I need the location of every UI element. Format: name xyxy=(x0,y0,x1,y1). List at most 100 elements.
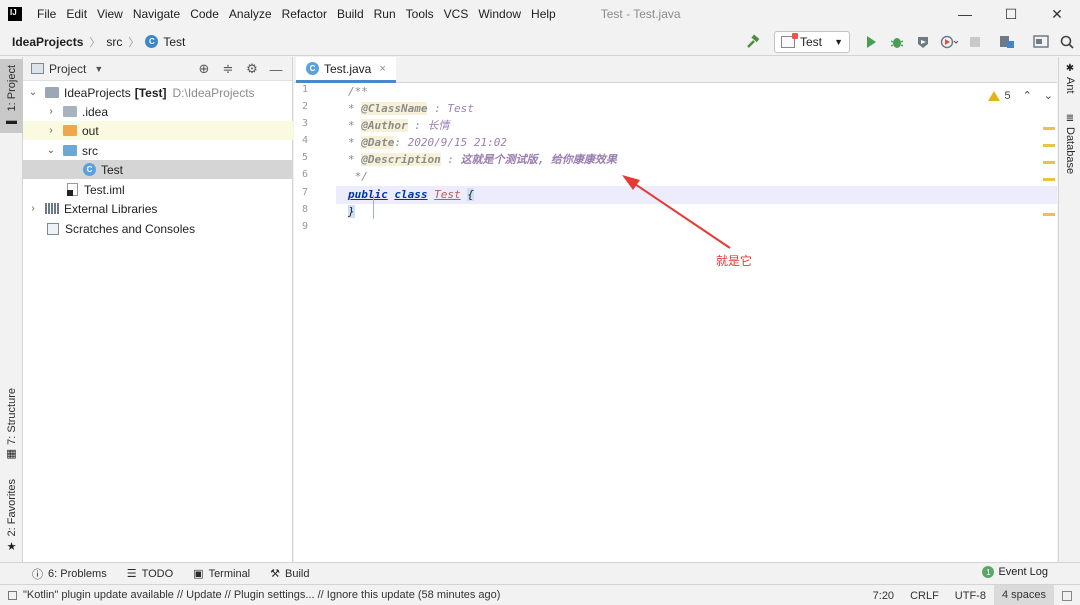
gear-icon[interactable]: ⚙ xyxy=(240,61,264,77)
error-stripe-marker[interactable] xyxy=(1043,127,1055,130)
tool-tab-event-log[interactable]: 1 Event Log xyxy=(982,566,1048,578)
menu-analyze[interactable]: Analyze xyxy=(224,7,277,21)
line-number: 9 xyxy=(301,221,308,232)
close-window-button[interactable]: ✕ xyxy=(1034,0,1080,28)
breadcrumb-class[interactable]: Test xyxy=(163,35,185,49)
status-message[interactable]: "Kotlin" plugin update available // Upda… xyxy=(8,589,500,601)
lock-icon[interactable] xyxy=(1062,590,1072,601)
editor-tab-test-java[interactable]: C Test.java × xyxy=(296,57,396,83)
error-stripe-marker[interactable] xyxy=(1043,178,1055,181)
previous-highlight-icon[interactable]: ⌃ xyxy=(1023,89,1032,102)
menu-build[interactable]: Build xyxy=(332,7,369,21)
run-icon[interactable] xyxy=(858,29,884,55)
project-panel: Project ▼ ⊕ ≑ ⚙ — ⌄ IdeaProjects [Test] … xyxy=(23,57,293,562)
tree-node-scratches[interactable]: Scratches and Consoles xyxy=(23,219,293,238)
line-separator[interactable]: CRLF xyxy=(902,590,947,602)
intellij-logo-icon[interactable]: IJ xyxy=(6,5,24,23)
project-structure-icon[interactable] xyxy=(994,29,1020,55)
stop-icon[interactable] xyxy=(962,29,988,55)
excluded-folder-icon xyxy=(63,125,77,136)
minimize-button[interactable]: — xyxy=(942,0,988,28)
tool-tab-build[interactable]: ⚒ Build xyxy=(270,567,309,581)
editor-gutter[interactable]: 1 2 3 4 5 6 7 8 9 xyxy=(294,83,336,562)
chevron-down-icon[interactable]: ⌄ xyxy=(27,87,39,98)
menu-edit[interactable]: Edit xyxy=(61,7,92,21)
debug-icon[interactable] xyxy=(884,29,910,55)
code-line-7: public class Test { xyxy=(348,188,474,201)
project-panel-header: Project ▼ ⊕ ≑ ⚙ — xyxy=(23,57,292,81)
javadoc-tag: @Date xyxy=(361,136,395,149)
tree-node-src[interactable]: ⌄ src xyxy=(23,141,293,160)
run-configuration-select[interactable]: Test ▼ xyxy=(774,31,850,53)
project-view-selector[interactable]: Project xyxy=(49,62,86,76)
caret-position[interactable]: 7:20 xyxy=(865,590,902,602)
next-highlight-icon[interactable]: ⌄ xyxy=(1044,89,1053,102)
status-bar: "Kotlin" plugin update available // Upda… xyxy=(0,584,1080,605)
menu-run[interactable]: Run xyxy=(369,7,401,21)
toggle-tool-windows-icon[interactable] xyxy=(8,590,17,600)
menu-navigate[interactable]: Navigate xyxy=(128,7,185,21)
error-stripe-marker[interactable] xyxy=(1043,161,1055,164)
profile-icon[interactable] xyxy=(936,29,962,55)
locate-icon[interactable]: ⊕ xyxy=(192,61,216,77)
menu-refactor[interactable]: Refactor xyxy=(277,7,332,21)
menu-file[interactable]: File xyxy=(32,7,61,21)
project-panel-tools: ⊕ ≑ ⚙ — xyxy=(192,57,288,81)
project-folder-icon xyxy=(45,87,59,98)
hide-icon[interactable]: — xyxy=(264,62,288,77)
left-tool-stripe: 1: Project ▬ 7: Structure ▦ 2: Favorites… xyxy=(0,57,23,562)
tree-node-out[interactable]: › out xyxy=(23,121,293,140)
tool-tab-project[interactable]: 1: Project ▬ xyxy=(0,59,23,133)
sdk-icon[interactable] xyxy=(1028,29,1054,55)
coverage-icon[interactable] xyxy=(910,29,936,55)
tree-label: Test xyxy=(101,162,124,177)
hammer-icon[interactable] xyxy=(740,29,766,55)
tool-tab-structure[interactable]: 7: Structure ▦ xyxy=(0,387,23,461)
menu-view[interactable]: View xyxy=(92,7,128,21)
warning-icon xyxy=(988,90,1001,101)
maximize-button[interactable]: ☐ xyxy=(988,0,1034,28)
menu-vcs[interactable]: VCS xyxy=(439,7,474,21)
status-widgets: 7:20 CRLF UTF-8 4 spaces xyxy=(865,585,1080,605)
tree-node-root[interactable]: ⌄ IdeaProjects [Test] D:\IdeaProjects xyxy=(23,83,293,102)
breadcrumb-project[interactable]: IdeaProjects xyxy=(12,35,83,49)
tool-tab-problems[interactable]: ⓘ 6: Problems xyxy=(32,566,107,582)
tree-label: .idea xyxy=(82,104,109,119)
tree-label: External Libraries xyxy=(64,201,158,216)
breadcrumb-src[interactable]: src xyxy=(106,35,122,49)
tree-node-test-iml[interactable]: Test.iml xyxy=(23,180,293,199)
library-icon xyxy=(45,203,59,214)
chevron-down-icon[interactable]: ⌄ xyxy=(45,145,57,156)
database-icon: ≣ xyxy=(1065,113,1075,124)
indent-setting[interactable]: 4 spaces xyxy=(993,585,1054,605)
file-encoding[interactable]: UTF-8 xyxy=(947,590,994,602)
collapse-all-icon[interactable]: ≑ xyxy=(216,61,240,77)
tool-tab-database[interactable]: ≣ Database xyxy=(1059,113,1080,174)
menu-window[interactable]: Window xyxy=(473,7,526,21)
error-stripe-marker[interactable] xyxy=(1043,144,1055,147)
chevron-down-icon[interactable]: ▼ xyxy=(94,64,103,74)
tool-tab-todo[interactable]: ☰ TODO xyxy=(127,567,173,581)
tool-tab-ant[interactable]: ✱ Ant xyxy=(1059,63,1080,94)
chevron-right-icon[interactable]: › xyxy=(45,106,57,117)
menu-tools[interactable]: Tools xyxy=(401,7,439,21)
code-area[interactable]: /** * @ClassName : Test * @Author : 长情 *… xyxy=(336,83,1057,562)
scratches-icon xyxy=(47,222,59,235)
javadoc-tag: @Description xyxy=(361,153,441,166)
tool-tab-terminal[interactable]: ▣ Terminal xyxy=(193,567,250,581)
annotation-label: 就是它 xyxy=(716,254,753,268)
search-icon[interactable] xyxy=(1054,29,1080,55)
tree-node-idea[interactable]: › .idea xyxy=(23,102,293,121)
tool-tab-favorites[interactable]: 2: Favorites ★ xyxy=(0,477,23,555)
chevron-right-icon[interactable]: › xyxy=(27,203,39,214)
menu-help[interactable]: Help xyxy=(526,7,561,21)
tree-node-external-libraries[interactable]: › External Libraries xyxy=(23,199,293,218)
tree-root-name: IdeaProjects xyxy=(64,85,131,100)
chevron-right-icon[interactable]: › xyxy=(45,125,57,136)
menu-code[interactable]: Code xyxy=(185,7,224,21)
tree-node-test-class[interactable]: C Test xyxy=(23,160,293,179)
star-icon: ★ xyxy=(6,540,17,553)
close-tab-icon[interactable]: × xyxy=(379,63,385,75)
error-stripe-marker[interactable] xyxy=(1043,213,1055,216)
inspection-widget[interactable]: 5 ⌃ ⌄ xyxy=(988,89,1053,102)
